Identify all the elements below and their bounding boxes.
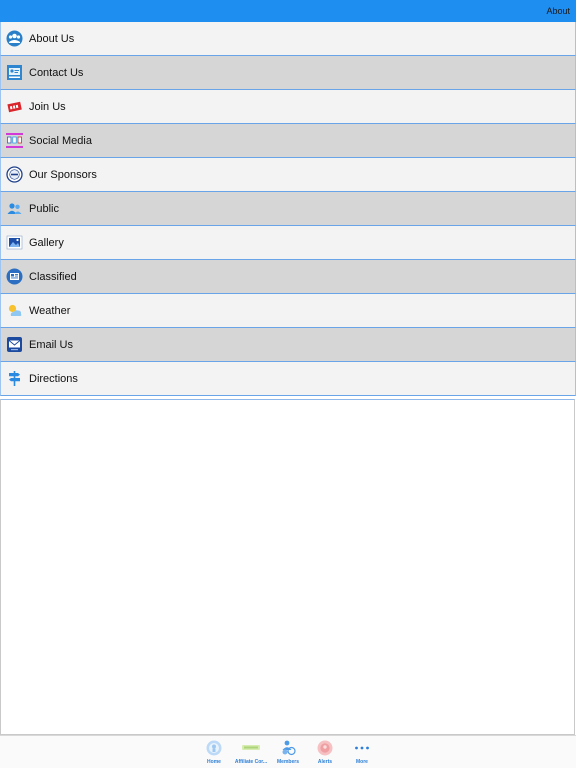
join-ticket-icon	[6, 98, 23, 115]
menu-item-email-us[interactable]: Email Us	[0, 328, 576, 362]
home-icon	[194, 739, 234, 756]
menu-item-label: Weather	[29, 304, 71, 317]
contact-card-icon	[6, 64, 23, 81]
menu-item-social-media[interactable]: Social Media	[0, 124, 576, 158]
affiliate-icon	[231, 739, 271, 756]
menu-item-weather[interactable]: Weather	[0, 294, 576, 328]
gallery-photo-icon	[6, 234, 23, 251]
more-dots-icon	[342, 739, 382, 756]
tab-label: Members	[277, 759, 299, 765]
menu-item-label: Gallery	[29, 236, 64, 249]
menu-item-label: About Us	[29, 32, 75, 45]
menu-item-label: Join Us	[29, 100, 66, 113]
tab-alerts[interactable]: Alerts	[305, 739, 345, 766]
classified-news-icon	[6, 268, 23, 285]
social-media-icon	[6, 132, 23, 149]
menu-item-join-us[interactable]: Join Us	[0, 90, 576, 124]
menu-item-label: Our Sponsors	[29, 168, 97, 181]
content-area	[0, 399, 575, 735]
menu-item-about-us[interactable]: About Us	[0, 22, 576, 56]
menu-item-contact-us[interactable]: Contact Us	[0, 56, 576, 90]
people-circle-icon	[6, 30, 23, 47]
sponsor-badge-icon	[6, 166, 23, 183]
tab-home[interactable]: Home	[194, 739, 234, 766]
bottom-tab-bar: Home Affiliate Cor... Members Alerts Mor…	[0, 735, 576, 768]
public-users-icon	[6, 200, 23, 217]
tab-label: Alerts	[317, 759, 333, 765]
tab-more[interactable]: More	[342, 739, 382, 766]
menu-item-gallery[interactable]: Gallery	[0, 226, 576, 260]
tab-label: Home	[207, 759, 221, 765]
menu-item-label: Contact Us	[29, 66, 84, 79]
menu-item-our-sponsors[interactable]: Our Sponsors	[0, 158, 576, 192]
menu-item-label: Directions	[29, 372, 78, 385]
tab-members[interactable]: Members	[268, 739, 308, 766]
tab-label: Affiliate Cor...	[234, 759, 268, 765]
signpost-icon	[6, 370, 23, 387]
about-link[interactable]: About	[546, 6, 570, 17]
menu-item-label: Email Us	[29, 338, 74, 351]
menu-item-label: Public	[29, 202, 59, 215]
menu-list: About Us Contact Us Join Us Social Media…	[0, 22, 576, 396]
email-envelope-icon	[6, 336, 23, 353]
alerts-icon	[305, 739, 345, 756]
members-icon	[268, 739, 308, 756]
menu-item-label: Social Media	[29, 134, 92, 147]
tab-label: More	[356, 759, 368, 765]
menu-item-classified[interactable]: Classified	[0, 260, 576, 294]
tab-affiliate[interactable]: Affiliate Cor...	[231, 739, 271, 766]
menu-item-public[interactable]: Public	[0, 192, 576, 226]
weather-sun-cloud-icon	[6, 302, 23, 319]
menu-item-label: Classified	[29, 270, 77, 283]
menu-item-directions[interactable]: Directions	[0, 362, 576, 396]
top-nav-bar: About	[0, 0, 576, 22]
